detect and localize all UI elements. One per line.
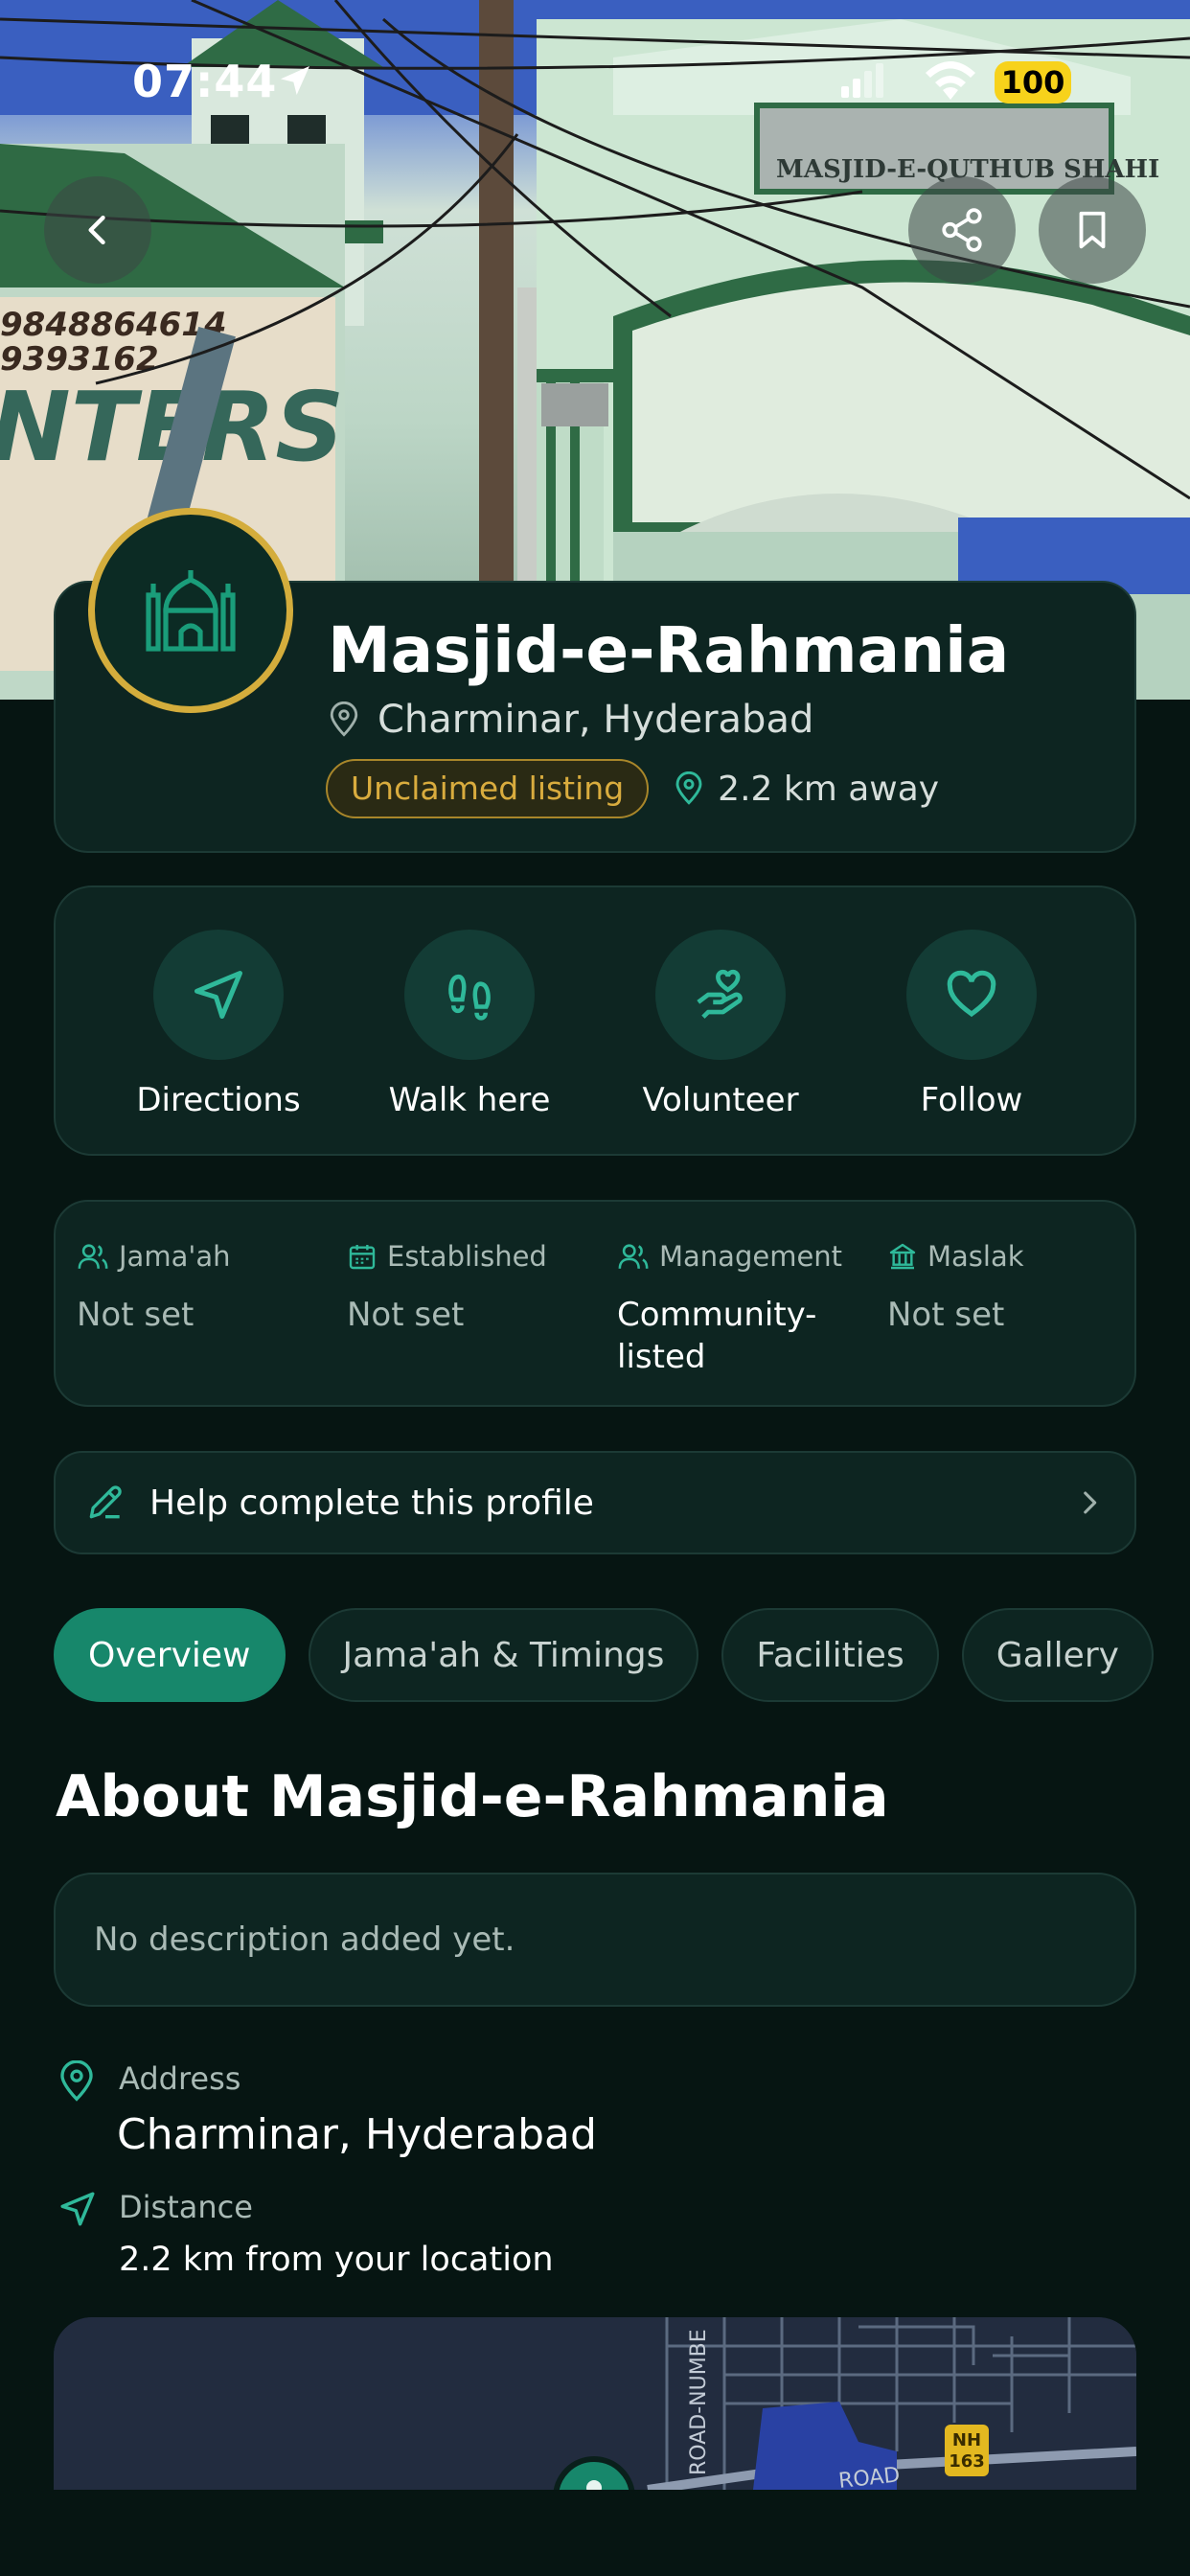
action-label: Directions <box>136 1081 301 1119</box>
users-icon <box>618 1244 649 1269</box>
info-value: Not set <box>347 1296 465 1334</box>
footprints-icon <box>448 974 491 1021</box>
battery-indicator: 100 <box>995 61 1071 104</box>
info-maslak: Maslak Not set <box>887 1240 1136 1336</box>
wifi-icon <box>926 61 975 100</box>
highway-label: NH <box>952 2430 981 2450</box>
sign-phone-1: 9848864614 <box>0 306 227 344</box>
action-label: Walk here <box>388 1081 551 1119</box>
location-arrow-icon <box>281 66 309 95</box>
hand-heart-icon <box>697 969 743 1019</box>
info-value: Community-listed <box>617 1296 817 1376</box>
header-meta: Unclaimed listing 2.2 km away <box>326 759 939 818</box>
page-title: Masjid-e-Rahmania <box>328 613 1010 687</box>
location-text: Charminar, Hyderabad <box>378 698 814 742</box>
tab-bar: Overview Jama'ah & Timings Facilities Ga… <box>54 1608 1177 1704</box>
highway-number: 163 <box>949 2451 985 2472</box>
map-pin-icon <box>675 771 702 805</box>
bookmark-button[interactable] <box>1039 176 1146 284</box>
info-value: Not set <box>77 1296 195 1334</box>
distance-meta: 2.2 km away <box>674 770 939 809</box>
quick-actions: Directions Walk here Volunteer Follow <box>54 886 1136 1156</box>
info-key: Management <box>659 1240 843 1273</box>
action-label: Follow <box>920 1081 1023 1119</box>
help-label: Help complete this profile <box>149 1483 594 1523</box>
info-summary: Jama'ah Not set Established Not set Mana… <box>54 1200 1136 1407</box>
address-value: Charminar, Hyderabad <box>117 2110 597 2159</box>
users-icon <box>78 1244 108 1269</box>
help-complete-profile-button[interactable]: Help complete this profile <box>54 1451 1136 1554</box>
tab-overview[interactable]: Overview <box>54 1608 286 1702</box>
walk-here-button[interactable]: Walk here <box>364 930 575 1119</box>
header-location: Charminar, Hyderabad <box>328 698 813 742</box>
info-key: Maslak <box>927 1240 1024 1273</box>
info-value: Not set <box>887 1296 1005 1334</box>
address-label: Address <box>119 2060 241 2097</box>
unclaimed-badge[interactable]: Unclaimed listing <box>326 759 650 818</box>
chevron-left-icon <box>88 215 105 245</box>
mosque-icon <box>146 570 236 652</box>
info-management: Management Community-listed <box>617 1240 847 1378</box>
info-key: Established <box>387 1240 547 1273</box>
navigation-icon <box>60 2192 95 2226</box>
status-bar: 07:44 100 <box>0 0 1190 144</box>
cellular-signal-icon <box>841 63 883 98</box>
share-icon <box>942 208 982 252</box>
calendar-icon <box>349 1245 376 1270</box>
navigation-icon <box>195 971 242 1019</box>
distance-value: 2.2 km from your location <box>119 2241 554 2279</box>
info-established: Established Not set <box>347 1240 596 1336</box>
directions-button[interactable]: Directions <box>113 930 324 1119</box>
tab-gallery[interactable]: Gallery <box>961 1608 1154 1702</box>
share-button[interactable] <box>908 176 1016 284</box>
action-label: Volunteer <box>642 1081 799 1119</box>
map-pin-icon <box>60 2060 93 2102</box>
info-jamaah: Jama'ah Not set <box>77 1240 326 1336</box>
volunteer-button[interactable]: Volunteer <box>615 930 826 1119</box>
map-road-label: ROAD-NUMBE <box>687 2329 711 2475</box>
follow-button[interactable]: Follow <box>866 930 1077 1119</box>
distance-label: Distance <box>119 2189 253 2225</box>
back-button[interactable] <box>44 176 151 284</box>
tab-facilities[interactable]: Facilities <box>721 1608 939 1702</box>
status-time: 07:44 <box>132 56 278 107</box>
map-tiles: ROAD-NUMBE ROAD NH 163 <box>54 2317 1136 2490</box>
tab-jamaah-timings[interactable]: Jama'ah & Timings <box>308 1608 699 1702</box>
info-key: Jama'ah <box>119 1240 231 1273</box>
pencil-icon <box>89 1485 122 1519</box>
bottom-area <box>0 2490 1190 2576</box>
chevron-right-icon <box>1084 1491 1097 1514</box>
location-map[interactable]: ROAD-NUMBE ROAD NH 163 <box>54 2317 1136 2490</box>
description-box: No description added yet. <box>54 1873 1136 2007</box>
heart-icon <box>947 970 996 1018</box>
bookmark-icon <box>1079 211 1106 249</box>
description-text: No description added yet. <box>94 1920 515 1959</box>
institution-icon <box>889 1243 916 1270</box>
section-title: About Masjid-e-Rahmania <box>56 1763 889 1830</box>
distance-text: 2.2 km away <box>718 769 940 809</box>
map-pin-icon <box>330 702 358 737</box>
mosque-avatar <box>88 508 293 713</box>
